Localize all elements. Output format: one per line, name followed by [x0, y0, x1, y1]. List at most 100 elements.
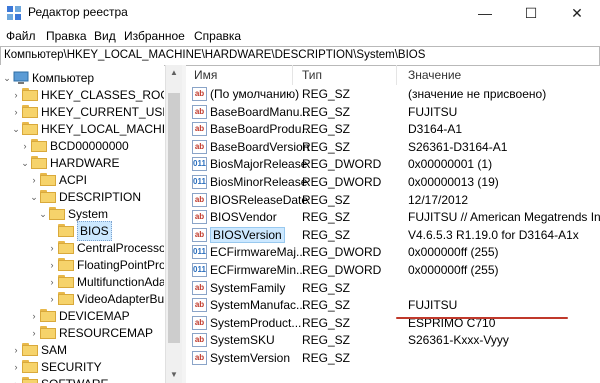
value-name-cell: (По умолчанию)	[210, 85, 299, 104]
value-row[interactable]: 011 ECFirmwareMaj... REG_DWORD 0x000000ff (…	[186, 243, 600, 262]
values-list[interactable]: Имя Тип Значение ab (По умолчанию) REG_SZ(…	[186, 65, 600, 383]
value-row[interactable]: ab BaseBoardManu... REG_SZ FUJITSU	[186, 103, 600, 122]
folder-icon	[22, 360, 38, 373]
value-name: BaseBoardVersion	[210, 139, 310, 154]
folder-icon	[58, 241, 74, 254]
value-row[interactable]: 011 BiosMajorRelease REG_DWORD 0x00000001 (…	[186, 155, 600, 174]
tree-item-label: SOFTWARE	[41, 374, 109, 383]
value-type: REG_SZ	[302, 104, 351, 119]
value-name: SystemProduct...	[210, 315, 302, 330]
computer-icon	[13, 71, 29, 84]
key-tree[interactable]: ⌄ Компьютер › HKEY_CLASSES_ROOT › HKEY_CURREN…	[0, 65, 164, 383]
value-type: REG_SZ	[302, 210, 351, 225]
value-name: SystemSKU	[210, 333, 275, 348]
value-type: REG_DWORD	[302, 157, 382, 172]
value-row[interactable]: ab BaseBoardVersion REG_SZ S26361-D3164-A1	[186, 138, 600, 157]
value-row[interactable]: ab BIOSVendor REG_SZ FUJITSU // American Me…	[186, 208, 600, 227]
tree-item[interactable]: › SOFTWARE	[0, 374, 164, 383]
menu-file[interactable]: Файл	[6, 29, 36, 43]
value-type: REG_SZ	[302, 192, 351, 207]
string-value-icon: ab	[192, 315, 207, 330]
value-row[interactable]: 011 ECFirmwareMin... REG_DWORD 0x000000ff (…	[186, 261, 600, 280]
value-name: SystemFamily	[210, 280, 286, 295]
value-data: 0x000000ff (255)	[408, 245, 499, 260]
scroll-down-icon[interactable]: ▼	[166, 367, 182, 383]
value-name-cell: BiosMinorRelease	[210, 173, 307, 192]
value-row[interactable]: ab BIOSVersion REG_SZ V4.6.5.3 R1.19.0 for …	[186, 226, 600, 245]
menu-view[interactable]: Вид	[94, 29, 116, 43]
scroll-thumb[interactable]	[168, 93, 180, 343]
menu-favorites[interactable]: Избранное	[124, 29, 185, 43]
tree-scrollbar[interactable]: ▲ ▼	[165, 65, 182, 383]
folder-icon	[22, 343, 38, 356]
menu-help[interactable]: Справка	[194, 29, 241, 43]
address-bar[interactable]: Компьютер\HKEY_LOCAL_MACHINE\HARDWARE\DE…	[0, 46, 600, 66]
string-value-icon: ab	[192, 87, 207, 101]
value-type: REG_SZ	[302, 280, 351, 295]
value-name-cell: BIOSVendor	[210, 208, 277, 227]
folder-icon	[22, 377, 38, 383]
binary-value-icon: 011	[192, 175, 207, 189]
value-row[interactable]: ab BaseBoardProdu... REG_SZ D3164-A1	[186, 120, 600, 139]
value-type: REG_SZ	[302, 227, 351, 242]
value-data: D3164-A1	[408, 122, 463, 137]
value-data: 0x00000013 (19)	[408, 175, 499, 189]
column-header-name[interactable]: Имя	[194, 65, 217, 85]
value-name-cell: SystemVersion	[210, 349, 290, 368]
value-row[interactable]: ab SystemVersion REG_SZ	[186, 349, 600, 368]
value-name: ECFirmwareMin...	[210, 263, 307, 277]
value-name: ECFirmwareMaj...	[210, 245, 307, 260]
value-name: SystemVersion	[210, 351, 291, 365]
folder-icon	[40, 190, 56, 203]
folder-icon	[58, 258, 74, 271]
value-row[interactable]: 011 BiosMinorRelease REG_DWORD 0x00000013 (…	[186, 173, 600, 192]
value-name: (По умолчанию)	[210, 87, 300, 101]
column-header-type[interactable]: Тип	[302, 65, 322, 85]
value-row[interactable]: ab SystemManufac... REG_SZ FUJITSU	[186, 296, 600, 315]
string-value-icon: ab	[192, 139, 207, 154]
value-type: REG_SZ	[302, 122, 351, 137]
folder-icon	[22, 88, 38, 101]
string-value-icon: ab	[192, 104, 207, 119]
folder-icon	[58, 292, 74, 305]
string-value-icon: ab	[192, 227, 207, 242]
string-value-icon: ab	[192, 122, 207, 137]
scroll-up-icon[interactable]: ▲	[166, 65, 182, 81]
binary-value-icon: 011	[192, 157, 207, 172]
folder-icon	[58, 224, 74, 237]
value-data: FUJITSU	[408, 104, 458, 119]
value-type: REG_SZ	[302, 351, 351, 365]
value-data: V4.6.5.3 R1.19.0 for D3164-A1x	[408, 227, 579, 242]
value-data: FUJITSU	[408, 298, 458, 313]
value-row[interactable]: ab (По умолчанию) REG_SZ (значение не присв…	[186, 85, 600, 104]
value-type: REG_DWORD	[302, 245, 382, 260]
folder-icon	[22, 105, 38, 118]
value-data: S26361-D3164-A1	[408, 139, 508, 154]
title-bar: Редактор реестра — ☐ ✕	[0, 0, 600, 26]
expand-chevron-icon[interactable]: ›	[11, 374, 21, 383]
string-value-icon: ab	[192, 192, 207, 207]
minimize-button[interactable]: —	[462, 0, 508, 26]
binary-value-icon: 011	[192, 263, 207, 277]
column-divider[interactable]	[396, 65, 397, 85]
value-row[interactable]: ab SystemSKU REG_SZ S26361-Kxxx-Vyyy	[186, 331, 600, 350]
maximize-button[interactable]: ☐	[508, 0, 554, 26]
value-row[interactable]: ab BIOSReleaseDate REG_SZ 12/17/2012	[186, 191, 600, 210]
value-name: BiosMajorRelease	[210, 157, 308, 172]
value-name-cell: BIOSVersion	[210, 226, 285, 245]
value-row[interactable]: ab SystemFamily REG_SZ	[186, 279, 600, 298]
value-name-cell: ECFirmwareMaj...	[210, 243, 306, 262]
value-type: REG_SZ	[302, 315, 351, 330]
value-name-cell: ECFirmwareMin...	[210, 261, 306, 280]
value-type: REG_DWORD	[302, 175, 382, 189]
folder-icon	[31, 156, 47, 169]
column-header-value[interactable]: Значение	[408, 65, 461, 85]
column-divider[interactable]	[292, 65, 293, 85]
folder-icon	[49, 207, 65, 220]
string-value-icon: ab	[192, 298, 207, 313]
folder-icon	[40, 173, 56, 186]
close-button[interactable]: ✕	[554, 0, 600, 26]
menu-edit[interactable]: Правка	[46, 29, 87, 43]
value-data: S26361-Kxxx-Vyyy	[408, 333, 509, 348]
window-title: Редактор реестра	[28, 5, 128, 19]
